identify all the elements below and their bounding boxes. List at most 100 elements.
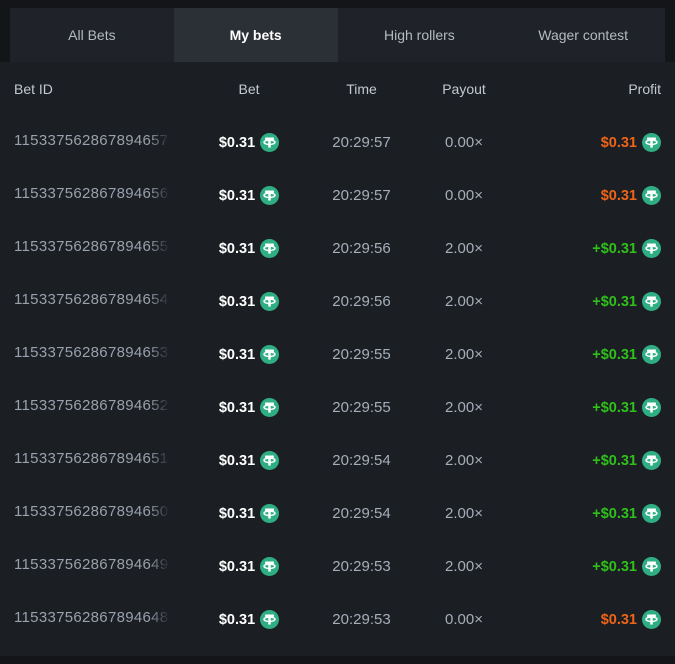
payout-value: 2.00×: [445, 293, 483, 310]
bet-id-cell: 115337562867894657: [14, 132, 189, 153]
bet-amount: $0.31: [219, 241, 255, 257]
time-cell: 20:29:57: [309, 134, 414, 151]
bet-amount: $0.31: [219, 294, 255, 310]
bet-cell: $0.31: [189, 610, 309, 629]
profit-cell: +$0.31: [514, 557, 661, 576]
tab-wager-contest[interactable]: Wager contest: [501, 8, 665, 62]
tab-label: High rollers: [384, 27, 455, 43]
profit-cell: +$0.31: [514, 239, 661, 258]
bet-cell: $0.31: [189, 133, 309, 152]
bets-table: Bet ID Bet Time Payout Profit 1153375628…: [0, 62, 675, 656]
profit-cell: +$0.31: [514, 292, 661, 311]
payout-value: 2.00×: [445, 452, 483, 469]
bet-id-value: 115337562867894652: [14, 397, 172, 414]
payout-cell: 2.00×: [414, 346, 514, 363]
profit-cell: +$0.31: [514, 504, 661, 523]
tab-high-rollers[interactable]: High rollers: [338, 8, 502, 62]
profit-cell: +$0.31: [514, 451, 661, 470]
tether-icon: [642, 292, 661, 311]
tether-icon: [642, 345, 661, 364]
payout-value: 2.00×: [445, 558, 483, 575]
profit-amount: +$0.31: [592, 347, 637, 363]
header-payout: Payout: [414, 81, 514, 97]
table-row[interactable]: 115337562867894657 $0.31 20:29:57 0.00× …: [14, 116, 661, 169]
tether-icon: [642, 451, 661, 470]
tab-label: Wager contest: [538, 27, 628, 43]
time-value: 20:29:56: [332, 293, 390, 310]
bet-id-cell: 115337562867894655: [14, 238, 189, 259]
table-header-row: Bet ID Bet Time Payout Profit: [14, 62, 661, 116]
bet-amount: $0.31: [219, 559, 255, 575]
profit-amount: $0.31: [601, 135, 637, 151]
time-cell: 20:29:55: [309, 346, 414, 363]
payout-value: 0.00×: [445, 611, 483, 628]
profit-amount: +$0.31: [592, 506, 637, 522]
bet-cell: $0.31: [189, 345, 309, 364]
bet-amount: $0.31: [219, 347, 255, 363]
bet-id-cell: 115337562867894649: [14, 556, 189, 577]
profit-amount: $0.31: [601, 612, 637, 628]
bet-id-value: 115337562867894651: [14, 450, 172, 467]
tether-icon: [642, 610, 661, 629]
payout-cell: 2.00×: [414, 399, 514, 416]
profit-cell: $0.31: [514, 186, 661, 205]
time-value: 20:29:53: [332, 558, 390, 575]
tether-icon: [260, 398, 279, 417]
profit-amount: +$0.31: [592, 453, 637, 469]
bet-id-cell: 115337562867894656: [14, 185, 189, 206]
bet-id-value: 115337562867894649: [14, 556, 172, 573]
table-row[interactable]: 115337562867894651 $0.31 20:29:54 2.00× …: [14, 434, 661, 487]
time-value: 20:29:57: [332, 134, 390, 151]
table-row[interactable]: 115337562867894649 $0.31 20:29:53 2.00× …: [14, 540, 661, 593]
bet-cell: $0.31: [189, 186, 309, 205]
payout-cell: 0.00×: [414, 134, 514, 151]
tether-icon: [642, 398, 661, 417]
bet-id-value: 115337562867894650: [14, 503, 172, 520]
tether-icon: [642, 557, 661, 576]
bet-id-cell: 115337562867894654: [14, 291, 189, 312]
bet-id-value: 115337562867894653: [14, 344, 172, 361]
table-row[interactable]: 115337562867894654 $0.31 20:29:56 2.00× …: [14, 275, 661, 328]
bet-amount: $0.31: [219, 188, 255, 204]
profit-amount: $0.31: [601, 188, 637, 204]
table-row[interactable]: 115337562867894655 $0.31 20:29:56 2.00× …: [14, 222, 661, 275]
tab-label: My bets: [230, 27, 282, 43]
bet-cell: $0.31: [189, 504, 309, 523]
tether-icon: [642, 239, 661, 258]
table-row[interactable]: 115337562867894652 $0.31 20:29:55 2.00× …: [14, 381, 661, 434]
profit-amount: +$0.31: [592, 241, 637, 257]
tab-my-bets[interactable]: My bets: [174, 8, 338, 62]
header-bet-id: Bet ID: [14, 81, 189, 97]
time-cell: 20:29:56: [309, 240, 414, 257]
payout-cell: 2.00×: [414, 293, 514, 310]
payout-cell: 0.00×: [414, 611, 514, 628]
table-row[interactable]: 115337562867894650 $0.31 20:29:54 2.00× …: [14, 487, 661, 540]
profit-cell: +$0.31: [514, 345, 661, 364]
table-row[interactable]: 115337562867894648 $0.31 20:29:53 0.00× …: [14, 593, 661, 646]
bet-id-value: 115337562867894655: [14, 238, 172, 255]
payout-cell: 2.00×: [414, 558, 514, 575]
tether-icon: [260, 345, 279, 364]
time-cell: 20:29:57: [309, 187, 414, 204]
payout-cell: 2.00×: [414, 452, 514, 469]
table-row[interactable]: 115337562867894653 $0.31 20:29:55 2.00× …: [14, 328, 661, 381]
time-value: 20:29:56: [332, 240, 390, 257]
time-value: 20:29:54: [332, 505, 390, 522]
bet-cell: $0.31: [189, 292, 309, 311]
payout-cell: 2.00×: [414, 505, 514, 522]
profit-amount: +$0.31: [592, 400, 637, 416]
bet-cell: $0.31: [189, 557, 309, 576]
header-profit: Profit: [514, 81, 661, 97]
bet-id-value: 115337562867894654: [14, 291, 172, 308]
time-cell: 20:29:55: [309, 399, 414, 416]
tab-all-bets[interactable]: All Bets: [10, 8, 174, 62]
profit-cell: $0.31: [514, 610, 661, 629]
time-cell: 20:29:56: [309, 293, 414, 310]
bet-cell: $0.31: [189, 239, 309, 258]
tether-icon: [642, 504, 661, 523]
tether-icon: [260, 133, 279, 152]
bet-amount: $0.31: [219, 612, 255, 628]
tether-icon: [642, 186, 661, 205]
table-row[interactable]: 115337562867894656 $0.31 20:29:57 0.00× …: [14, 169, 661, 222]
time-cell: 20:29:54: [309, 452, 414, 469]
